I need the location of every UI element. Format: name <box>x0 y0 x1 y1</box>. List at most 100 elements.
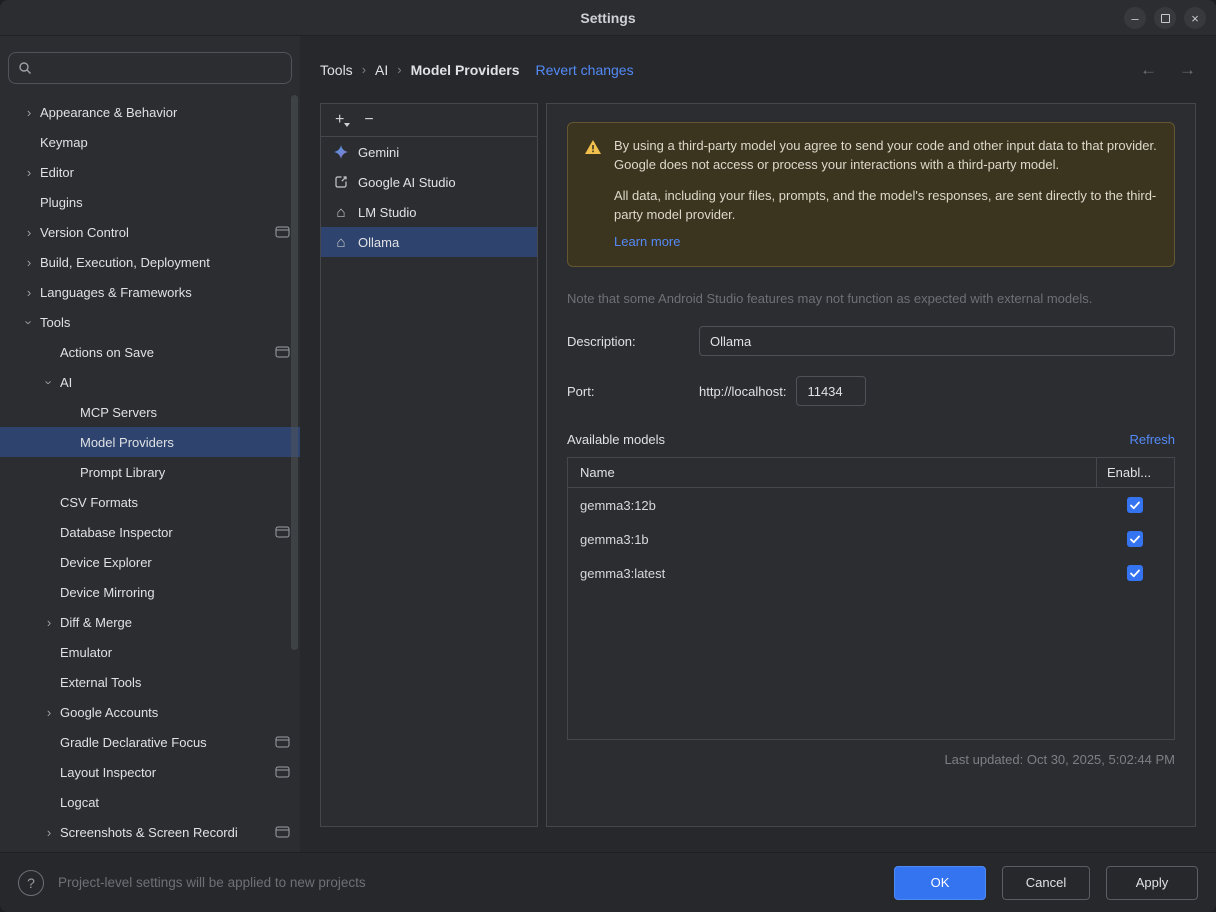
google-ai-studio-icon <box>333 175 349 189</box>
sidebar-item-device-explorer[interactable]: Device Explorer <box>0 547 300 577</box>
cancel-button[interactable]: Cancel <box>1002 866 1090 900</box>
provider-list-panel: + − Gemini Google AI Studio ⌂ LM Studio <box>320 103 538 827</box>
apply-button[interactable]: Apply <box>1106 866 1198 900</box>
sidebar-scrollbar[interactable] <box>291 95 298 650</box>
sidebar-item-database-inspector[interactable]: Database Inspector <box>0 517 300 547</box>
provider-detail-panel: By using a third-party model you agree t… <box>546 103 1196 827</box>
sidebar-item-gradle-declarative-focus[interactable]: Gradle Declarative Focus <box>0 727 300 757</box>
model-enabled-checkbox[interactable] <box>1127 565 1143 581</box>
port-row: Port: http://localhost: <box>567 376 1175 406</box>
chevron-right-icon: › <box>18 225 40 240</box>
screen-icon <box>275 346 290 358</box>
sidebar-item-languages-frameworks[interactable]: ›Languages & Frameworks <box>0 277 300 307</box>
sidebar-item-build-execution-deployment[interactable]: ›Build, Execution, Deployment <box>0 247 300 277</box>
breadcrumb-separator-icon: › <box>397 62 401 77</box>
sidebar-item-ai[interactable]: ›AI <box>0 367 300 397</box>
screen-icon <box>275 736 290 748</box>
close-button[interactable]: × <box>1184 7 1206 29</box>
sidebar-item-device-mirroring[interactable]: Device Mirroring <box>0 577 300 607</box>
table-row[interactable]: gemma3:12b <box>568 488 1174 522</box>
search-input[interactable] <box>38 61 282 76</box>
table-row[interactable]: gemma3:1b <box>568 522 1174 556</box>
warning-paragraph-2: All data, including your files, prompts,… <box>614 187 1158 225</box>
breadcrumb-tools[interactable]: Tools <box>320 62 353 78</box>
maximize-button[interactable] <box>1154 7 1176 29</box>
maximize-icon <box>1161 14 1170 23</box>
sidebar-item-editor[interactable]: ›Editor <box>0 157 300 187</box>
models-table: Name Enabl... gemma3:12b gemma3:1b gemma… <box>567 457 1175 740</box>
sidebar-item-tools[interactable]: ›Tools <box>0 307 300 337</box>
provider-item-lm-studio[interactable]: ⌂ LM Studio <box>321 197 537 227</box>
window-title: Settings <box>580 10 635 26</box>
remove-provider-button[interactable]: − <box>364 112 373 128</box>
sidebar-item-keymap[interactable]: Keymap <box>0 127 300 157</box>
refresh-link[interactable]: Refresh <box>1129 432 1175 447</box>
sidebar-item-screenshots-screen-recording[interactable]: ›Screenshots & Screen Recordi <box>0 817 300 847</box>
model-enabled-checkbox[interactable] <box>1127 531 1143 547</box>
question-icon: ? <box>27 875 35 891</box>
sidebar-item-mcp-servers[interactable]: MCP Servers <box>0 397 300 427</box>
description-input[interactable] <box>699 326 1175 356</box>
sidebar-item-emulator[interactable]: Emulator <box>0 637 300 667</box>
models-table-header: Name Enabl... <box>568 458 1174 488</box>
breadcrumb-ai[interactable]: AI <box>375 62 388 78</box>
sidebar-item-plugins[interactable]: Plugins <box>0 187 300 217</box>
chevron-right-icon: › <box>18 285 40 300</box>
chevron-right-icon: › <box>38 705 60 720</box>
provider-item-google-ai-studio[interactable]: Google AI Studio <box>321 167 537 197</box>
checkmark-icon <box>1130 535 1140 544</box>
sidebar-item-appearance-behavior[interactable]: ›Appearance & Behavior <box>0 97 300 127</box>
dialog-buttons: OK Cancel Apply <box>894 866 1198 900</box>
provider-toolbar: + − <box>321 104 537 137</box>
chevron-right-icon: › <box>38 615 60 630</box>
chevron-right-icon: › <box>18 105 40 120</box>
warning-text: By using a third-party model you agree t… <box>614 137 1158 252</box>
third-party-warning-banner: By using a third-party model you agree t… <box>567 122 1175 267</box>
learn-more-link[interactable]: Learn more <box>614 233 680 252</box>
sidebar-item-model-providers[interactable]: Model Providers <box>0 427 300 457</box>
warning-paragraph-1: By using a third-party model you agree t… <box>614 137 1158 175</box>
revert-changes-link[interactable]: Revert changes <box>536 62 634 78</box>
provider-item-gemini[interactable]: Gemini <box>321 137 537 167</box>
description-row: Description: <box>567 326 1175 356</box>
port-input[interactable] <box>796 376 866 406</box>
minimize-button[interactable]: – <box>1124 7 1146 29</box>
settings-window: Settings – × ›Appearance & Behavior Keym… <box>0 0 1216 912</box>
chevron-right-icon: › <box>18 165 40 180</box>
provider-item-ollama[interactable]: ⌂ Ollama <box>321 227 537 257</box>
settings-search[interactable] <box>8 52 292 84</box>
search-icon <box>18 61 32 75</box>
model-enabled-checkbox[interactable] <box>1127 497 1143 513</box>
available-models-label: Available models <box>567 432 665 447</box>
screen-icon <box>275 526 290 538</box>
sidebar-item-diff-merge[interactable]: ›Diff & Merge <box>0 607 300 637</box>
sidebar-item-google-accounts[interactable]: ›Google Accounts <box>0 697 300 727</box>
sidebar-item-layout-inspector[interactable]: Layout Inspector <box>0 757 300 787</box>
sidebar-item-version-control[interactable]: ›Version Control <box>0 217 300 247</box>
warning-icon <box>584 139 602 252</box>
minimize-icon: – <box>1131 11 1138 26</box>
sidebar-item-logcat[interactable]: Logcat <box>0 787 300 817</box>
sidebar-item-actions-on-save[interactable]: Actions on Save <box>0 337 300 367</box>
table-row[interactable]: gemma3:latest <box>568 556 1174 590</box>
back-icon[interactable]: ← <box>1140 60 1157 80</box>
column-header-enabled: Enabl... <box>1096 458 1174 487</box>
checkmark-icon <box>1130 569 1140 578</box>
window-controls: – × <box>1124 7 1206 29</box>
chevron-right-icon: › <box>38 825 60 840</box>
add-provider-button[interactable]: + <box>335 112 344 128</box>
close-icon: × <box>1191 11 1199 26</box>
forward-icon[interactable]: → <box>1179 60 1196 80</box>
checkmark-icon <box>1130 501 1140 510</box>
sidebar-item-prompt-library[interactable]: Prompt Library <box>0 457 300 487</box>
breadcrumb: Tools › AI › Model Providers Revert chan… <box>300 36 1216 103</box>
sidebar-item-external-tools[interactable]: External Tools <box>0 667 300 697</box>
screen-icon <box>275 226 290 238</box>
chevron-down-icon: › <box>18 315 40 330</box>
settings-tree: ›Appearance & Behavior Keymap ›Editor Pl… <box>0 97 300 852</box>
screen-icon <box>275 766 290 778</box>
help-button[interactable]: ? <box>18 870 44 896</box>
description-label: Description: <box>567 334 699 349</box>
ok-button[interactable]: OK <box>894 866 986 900</box>
sidebar-item-csv-formats[interactable]: CSV Formats <box>0 487 300 517</box>
